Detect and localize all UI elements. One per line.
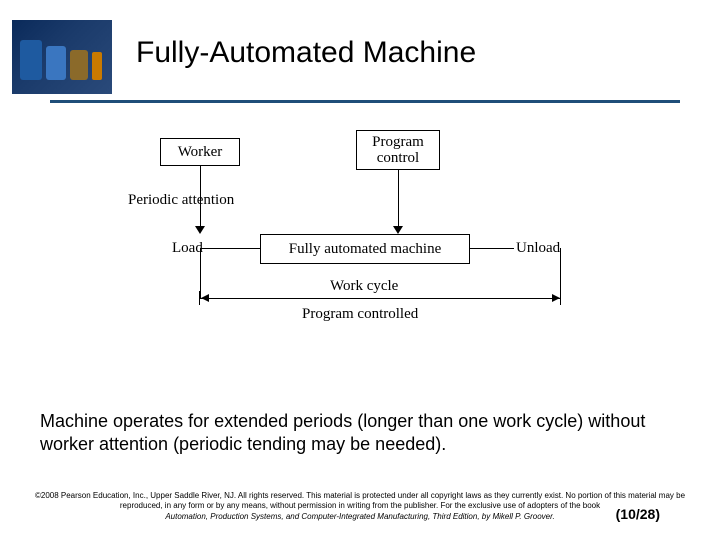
slide-title: Fully-Automated Machine bbox=[136, 36, 476, 70]
cycle-right-stop bbox=[560, 291, 561, 305]
book-citation: Automation, Production Systems, and Comp… bbox=[30, 512, 690, 522]
unload-connector bbox=[470, 248, 514, 249]
page-counter: (10/28) bbox=[616, 506, 660, 522]
copyright-text: ©2008 Pearson Education, Inc., Upper Sad… bbox=[30, 491, 690, 512]
description-text: Machine operates for extended periods (l… bbox=[40, 410, 680, 455]
load-connector bbox=[200, 248, 260, 249]
program-arrow-line bbox=[398, 170, 399, 228]
cycle-right-arrow bbox=[552, 294, 560, 302]
program-control-box: Program control bbox=[356, 130, 440, 170]
program-arrow-head bbox=[393, 226, 403, 234]
footer: ©2008 Pearson Education, Inc., Upper Sad… bbox=[0, 491, 720, 522]
cycle-dimension-line bbox=[200, 298, 560, 299]
worker-arrow-head bbox=[195, 226, 205, 234]
thumbnail-image bbox=[12, 20, 112, 94]
work-cycle-label: Work cycle bbox=[330, 278, 398, 295]
worker-box: Worker bbox=[160, 138, 240, 166]
program-controlled-label: Program controlled bbox=[302, 306, 418, 323]
title-rule bbox=[50, 100, 680, 103]
machine-box: Fully automated machine bbox=[260, 234, 470, 264]
cycle-left-tick bbox=[200, 248, 201, 298]
unload-label: Unload bbox=[516, 240, 560, 257]
periodic-attention-label: Periodic attention bbox=[128, 192, 234, 209]
diagram: Worker Program control Periodic attentio… bbox=[0, 120, 720, 370]
load-label: Load bbox=[172, 240, 203, 257]
